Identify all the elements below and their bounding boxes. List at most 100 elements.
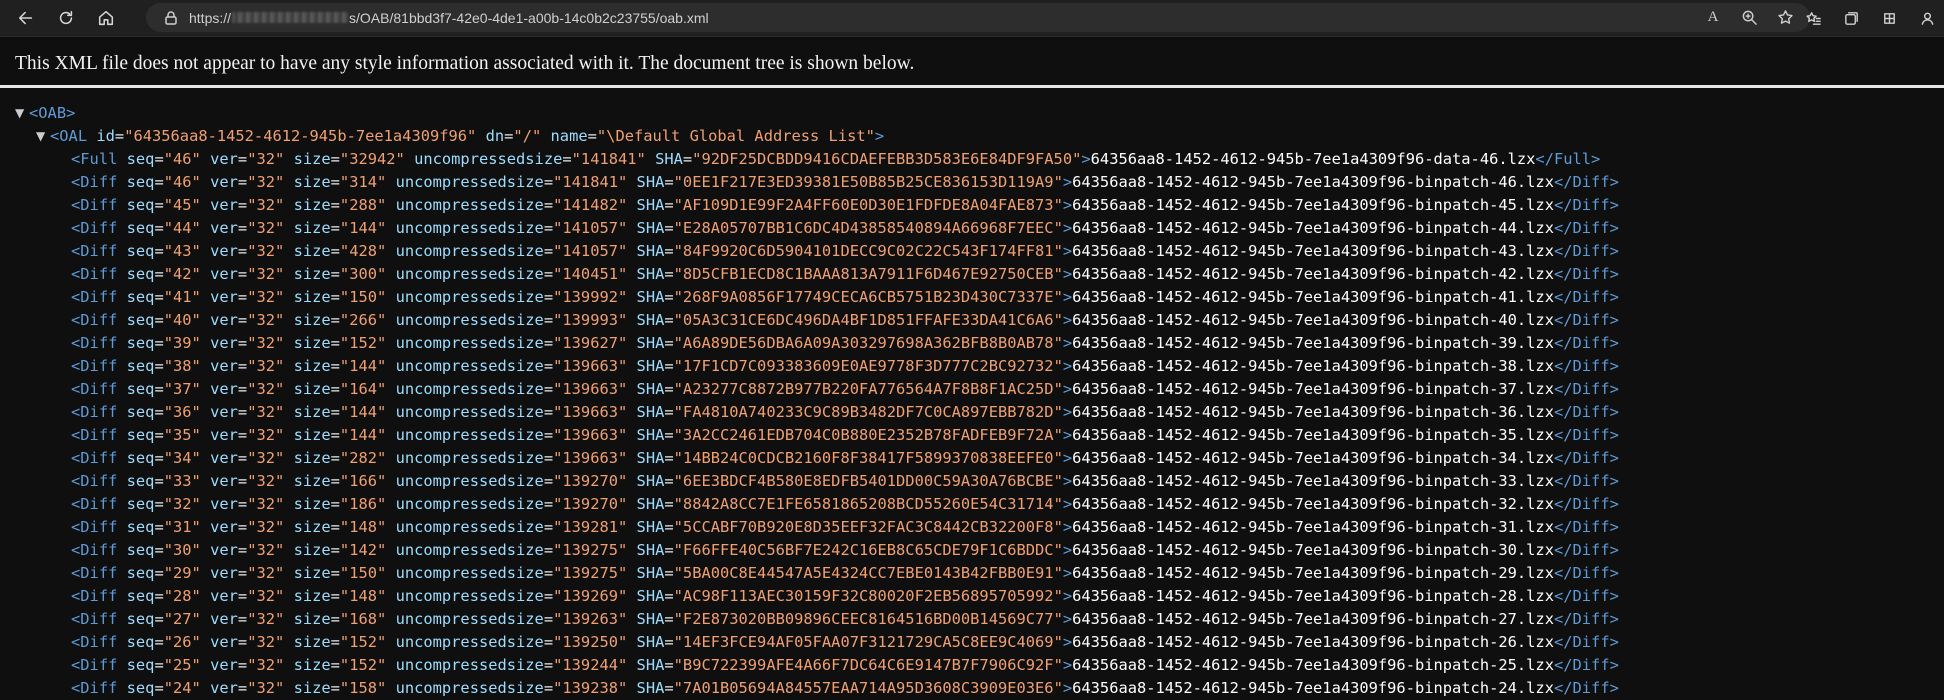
attr-name-seq: seq <box>117 633 155 651</box>
xml-entry-row: <Full seq = "46" ver = "32" size = "32942" unc… <box>0 148 1944 171</box>
attr-value-ver: 32 <box>256 288 276 306</box>
attr-name-ver: ver <box>200 196 238 214</box>
entry-file-name: 64356aa8-1452-4612-945b-7ee1a4309f96-bin… <box>1072 495 1554 513</box>
attr-value-ver: 32 <box>256 495 276 513</box>
xml-entry-row: <Diff seq = "30" ver = "32" size = "142" uncom… <box>0 539 1944 562</box>
entry-tag-name: Diff <box>80 564 118 582</box>
attr-name-ver: ver <box>200 288 238 306</box>
attr-name-sha: SHA <box>627 357 665 375</box>
attr-value-size: 150 <box>349 564 378 582</box>
attr-value-size: 148 <box>349 587 378 605</box>
xml-entry-row: <Diff seq = "43" ver = "32" size = "428" uncom… <box>0 240 1944 263</box>
attr-value-sha: 92DF25DCBDD9416CDAEFEBB3D583E6E84DF9FA50 <box>701 150 1073 168</box>
attr-name-sha: SHA <box>627 173 665 191</box>
attr-value-sha: 8842A8CC7E1FE6581865208BCD55260E54C31714 <box>682 495 1054 513</box>
attr-value-size: 142 <box>349 541 378 559</box>
zoom-icon[interactable] <box>1738 7 1760 29</box>
attr-name: id <box>87 127 115 145</box>
attr-name-uncompressedsize: uncompressedsize <box>386 288 544 306</box>
attr-value-uncompressedsize: 139275 <box>562 564 618 582</box>
entry-tag-name: Diff <box>80 541 118 559</box>
attr-name-ver: ver <box>200 380 238 398</box>
attr-value-ver: 32 <box>256 311 276 329</box>
attr-name: dn <box>476 127 505 145</box>
attr-value-sha: A6A89DE56DBA6A09A303297698A362BFB8B0AB78 <box>682 334 1054 352</box>
lock-icon[interactable] <box>163 10 179 26</box>
favorite-star-icon[interactable] <box>1774 7 1796 29</box>
entry-tag-name: Diff <box>80 196 118 214</box>
entry-file-name: 64356aa8-1452-4612-945b-7ee1a4309f96-bin… <box>1072 311 1554 329</box>
read-aloud-icon[interactable]: A <box>1702 7 1724 29</box>
collapse-triangle-icon[interactable]: ▼ <box>36 125 50 148</box>
attr-value-ver: 32 <box>256 564 276 582</box>
attr-value-seq: 26 <box>173 633 192 651</box>
favorites-icon[interactable] <box>1802 7 1824 29</box>
attr-name-ver: ver <box>200 472 238 490</box>
attr-name-ver: ver <box>200 173 238 191</box>
entry-file-name: 64356aa8-1452-4612-945b-7ee1a4309f96-bin… <box>1072 426 1554 444</box>
xml-entry-row: <Diff seq = "26" ver = "32" size = "152" uncom… <box>0 631 1944 654</box>
entry-close-tag-name: Diff <box>1572 426 1610 444</box>
url-text[interactable]: https:// s/OAB/81bbd3f7-42e0-4de1-a00b-14… <box>189 10 709 26</box>
entry-file-name: 64356aa8-1452-4612-945b-7ee1a4309f96-bin… <box>1072 564 1554 582</box>
attr-value-size: 300 <box>349 265 378 283</box>
collapse-triangle-icon[interactable]: ▼ <box>15 102 29 125</box>
attr-value-size: 32942 <box>349 150 396 168</box>
attr-name-uncompressedsize: uncompressedsize <box>386 679 544 697</box>
address-bar[interactable]: https:// s/OAB/81bbd3f7-42e0-4de1-a00b-14… <box>146 3 1810 32</box>
xml-entry-row: <Diff seq = "41" ver = "32" size = "150" uncom… <box>0 286 1944 309</box>
attr-value-seq: 36 <box>173 403 192 421</box>
attr-name-sha: SHA <box>627 196 665 214</box>
attr-value-ver: 32 <box>256 196 276 214</box>
attr-name-size: size <box>284 495 331 513</box>
attr-value-sha: B9C722399AFE4A66F7DC64C6E9147B7F7906C92F <box>682 656 1054 674</box>
entry-file-name: 64356aa8-1452-4612-945b-7ee1a4309f96-bin… <box>1072 633 1554 651</box>
attr-value-sha: 7A01B05694A84557EAA714A95D3608C3909E03E6 <box>682 679 1054 697</box>
attr-value-uncompressedsize: 141057 <box>562 242 618 260</box>
attr-value-ver: 32 <box>256 150 276 168</box>
extensions-icon[interactable] <box>1878 7 1900 29</box>
entry-tag-name: Diff <box>80 334 118 352</box>
attr-value-sha: AF109D1E99F2A4FF60E0D30E1FDFDE8A04FAE873 <box>682 196 1054 214</box>
collections-icon[interactable] <box>1840 7 1862 29</box>
oal-name-value: \Default Global Address List <box>606 127 866 145</box>
xml-entry-row: <Diff seq = "35" ver = "32" size = "144" uncom… <box>0 424 1944 447</box>
home-button[interactable] <box>88 3 124 33</box>
attr-name-ver: ver <box>200 449 238 467</box>
attr-name-ver: ver <box>200 656 238 674</box>
attr-name-seq: seq <box>117 518 155 536</box>
refresh-button[interactable] <box>48 3 84 33</box>
attr-name-size: size <box>284 219 331 237</box>
attr-value-size: 158 <box>349 679 378 697</box>
entry-close-tag-name: Diff <box>1572 219 1610 237</box>
attr-value-seq: 32 <box>173 495 192 513</box>
entry-file-name: 64356aa8-1452-4612-945b-7ee1a4309f96-bin… <box>1072 472 1554 490</box>
back-button[interactable] <box>8 3 44 33</box>
attr-name-seq: seq <box>117 380 155 398</box>
attr-value-uncompressedsize: 139269 <box>562 587 618 605</box>
attr-name-size: size <box>284 656 331 674</box>
attr-name-ver: ver <box>200 334 238 352</box>
attr-value-seq: 30 <box>173 541 192 559</box>
attr-name-ver: ver <box>200 242 238 260</box>
oal-tag-name: OAL <box>59 127 88 145</box>
attr-value-ver: 32 <box>256 334 276 352</box>
attr-name: name <box>541 127 588 145</box>
attr-name-seq: seq <box>117 196 155 214</box>
entry-tag-name: Diff <box>80 219 118 237</box>
attr-name-size: size <box>284 633 331 651</box>
attr-value-seq: 38 <box>173 357 192 375</box>
attr-value-uncompressedsize: 139275 <box>562 541 618 559</box>
attr-value-sha: 84F9920C6D5904101DECC9C02C22C543F174FF81 <box>682 242 1054 260</box>
attr-name-sha: SHA <box>627 633 665 651</box>
entry-close-tag-name: Diff <box>1572 656 1610 674</box>
entry-file-name: 64356aa8-1452-4612-945b-7ee1a4309f96-bin… <box>1072 334 1554 352</box>
oab-tag-name: OAB <box>38 104 67 122</box>
xml-node-oal: ▼ <OAL id = "64356aa8-1452-4612-945b-7ee1a4… <box>0 125 1944 148</box>
attr-value-ver: 32 <box>256 173 276 191</box>
attr-name-sha: SHA <box>627 472 665 490</box>
attr-name-uncompressedsize: uncompressedsize <box>386 518 544 536</box>
profile-icon[interactable] <box>1916 7 1938 29</box>
entry-tag-name: Diff <box>80 426 118 444</box>
oal-children: <Full seq = "46" ver = "32" size = "32942" unc… <box>0 148 1944 700</box>
